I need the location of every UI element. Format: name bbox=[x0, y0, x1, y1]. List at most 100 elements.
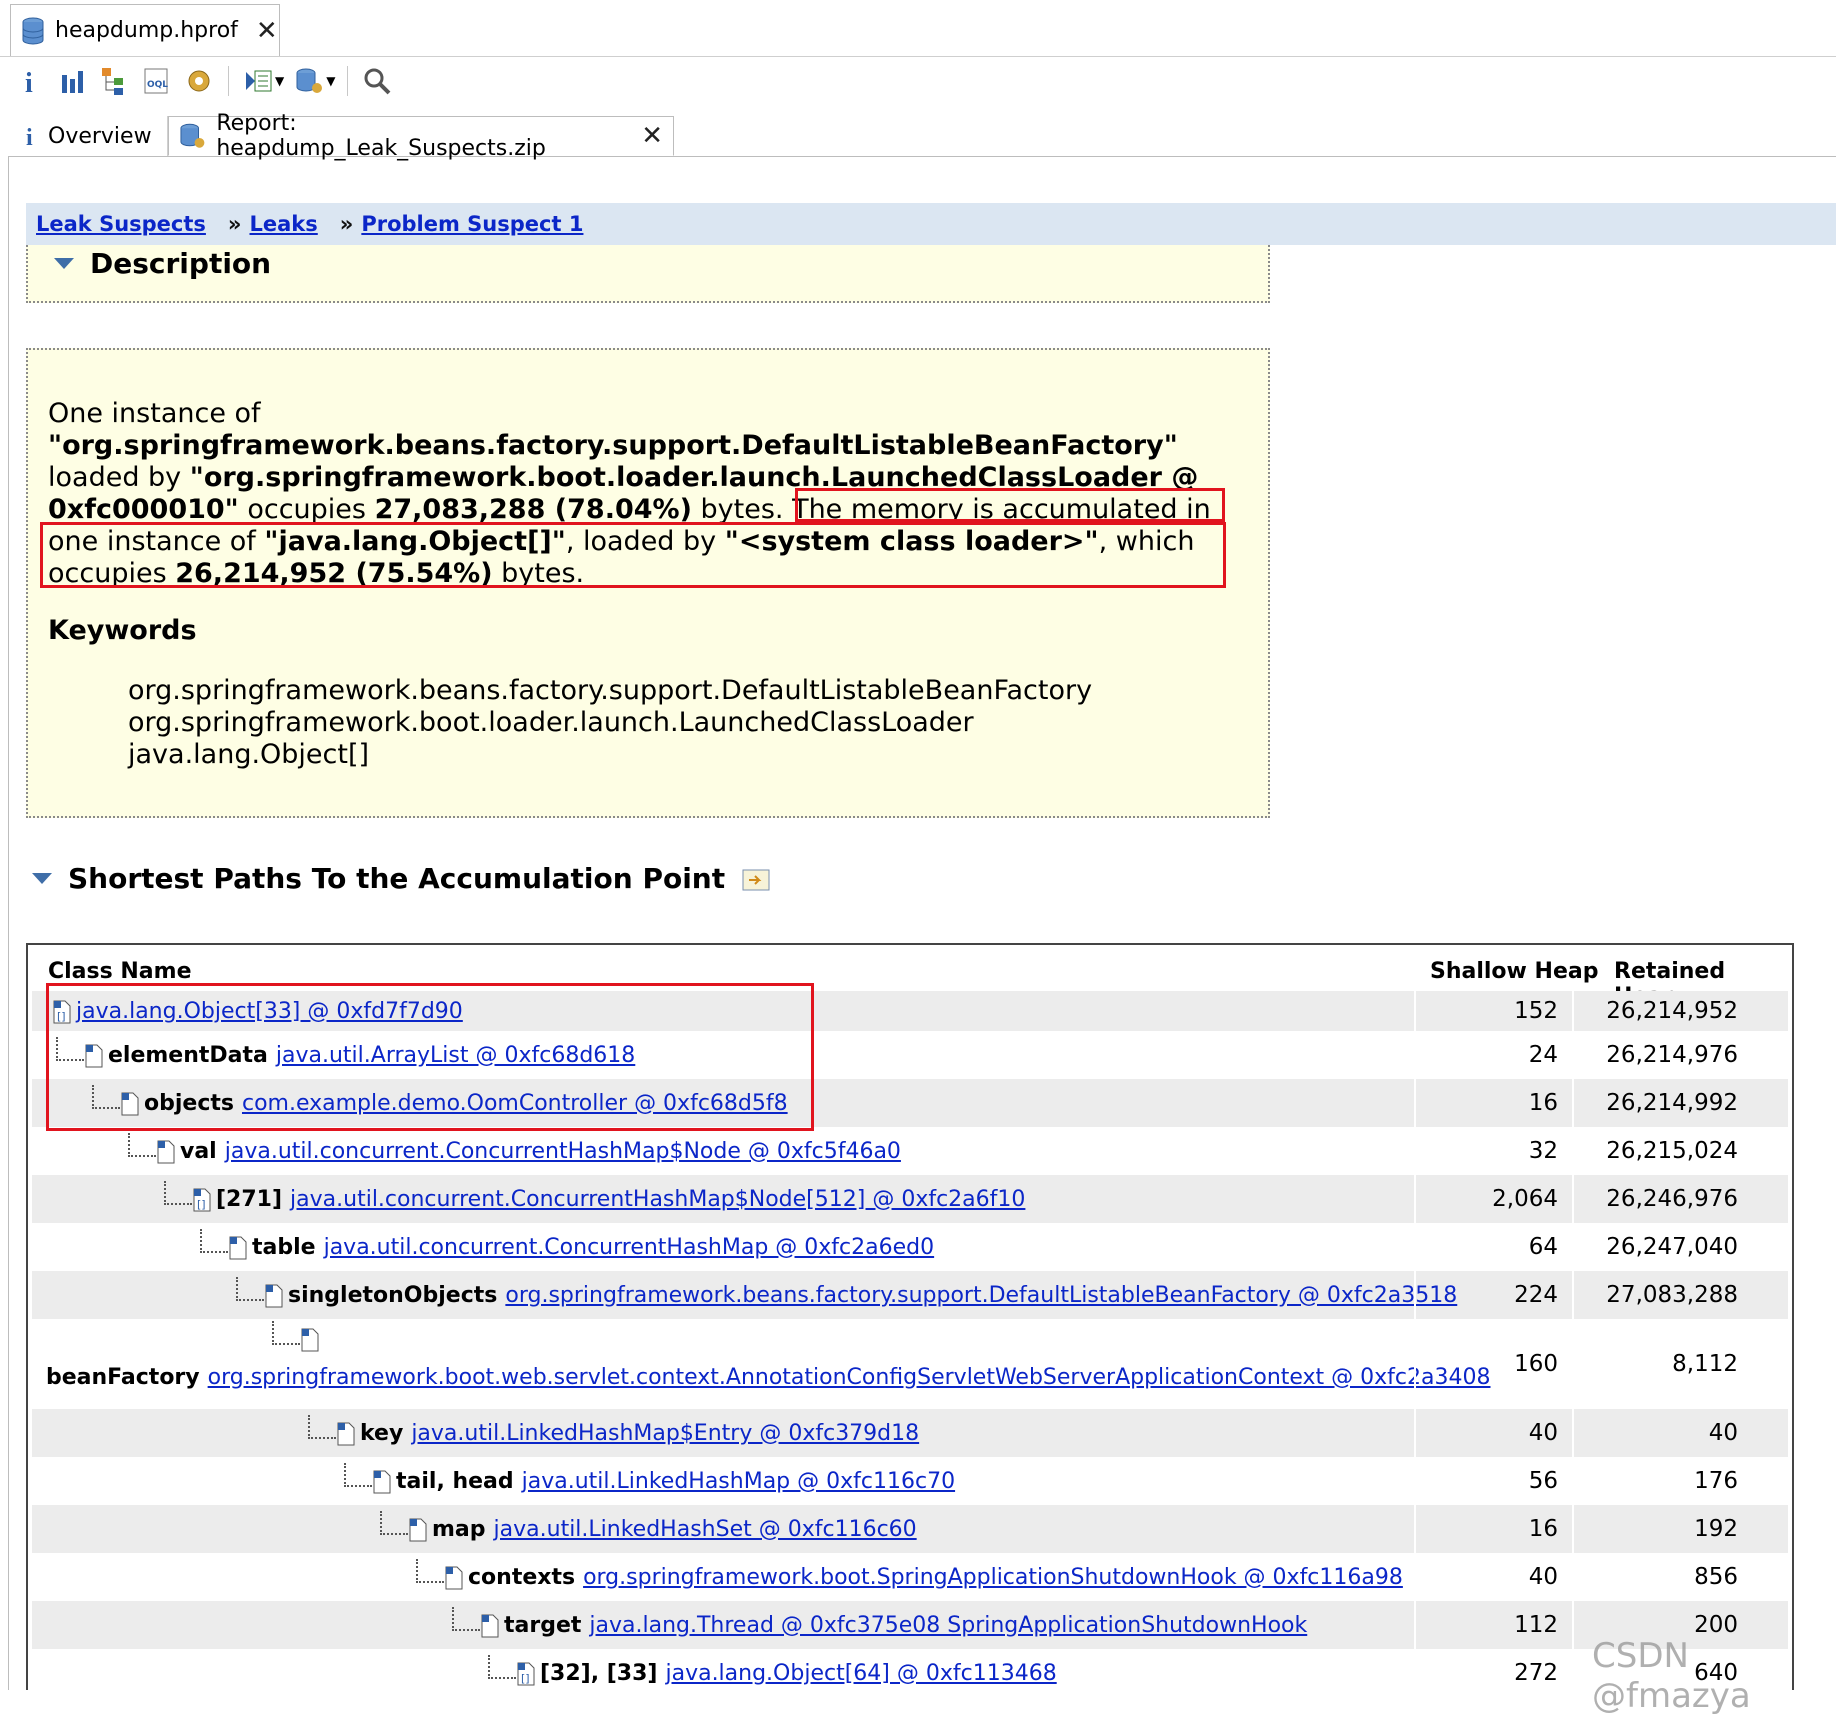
collapse-triangle-icon[interactable] bbox=[32, 873, 52, 884]
info-icon: i bbox=[26, 125, 33, 149]
shallow-heap-cell: 16 bbox=[1528, 1090, 1558, 1116]
shallow-heap-cell: 160 bbox=[1514, 1351, 1558, 1377]
tree-node[interactable]: map java.util.LinkedHashSet @ 0xfc116c60 bbox=[380, 1505, 917, 1553]
info-icon[interactable]: i bbox=[14, 64, 48, 98]
tree-connector bbox=[488, 1655, 516, 1679]
tree-connector bbox=[380, 1511, 408, 1535]
toolbar-separator bbox=[347, 66, 349, 96]
object-link[interactable]: org.springframework.boot.SpringApplicati… bbox=[583, 1565, 1403, 1590]
tree-node[interactable]: val java.util.concurrent.ConcurrentHashMa… bbox=[128, 1127, 901, 1175]
tree-connector bbox=[128, 1133, 156, 1157]
chevron-down-icon[interactable]: ▼ bbox=[326, 74, 335, 88]
column-header-shallow-heap[interactable]: Shallow Heap bbox=[1430, 959, 1598, 984]
svg-text:i: i bbox=[26, 125, 33, 149]
object-link[interactable]: java.lang.Object[64] @ 0xfc113468 bbox=[665, 1661, 1056, 1686]
column-divider bbox=[1414, 1175, 1416, 1223]
table-row[interactable]: tail, head java.util.LinkedHashMap @ 0xfc… bbox=[32, 1457, 1788, 1505]
breadcrumb-leaks[interactable]: Leaks bbox=[250, 212, 318, 236]
svg-text:[]: [] bbox=[197, 1198, 206, 1211]
description-heading[interactable]: Description bbox=[54, 247, 271, 280]
tree-node[interactable]: beanFactory org.springframework.boot.web.… bbox=[46, 1319, 1491, 1409]
table-row[interactable]: [] [32], [33] java.lang.Object[64] @ 0xfc1… bbox=[32, 1649, 1788, 1690]
keywords-list: org.springframework.beans.factory.suppor… bbox=[128, 675, 1092, 771]
table-row[interactable]: contexts org.springframework.boot.SpringA… bbox=[32, 1553, 1788, 1601]
query-browser-icon[interactable] bbox=[292, 64, 326, 98]
field-name: key bbox=[360, 1420, 404, 1446]
object-link[interactable]: org.springframework.beans.factory.suppor… bbox=[505, 1283, 1457, 1308]
object-link[interactable]: java.util.concurrent.ConcurrentHashMap @… bbox=[324, 1235, 935, 1260]
shallow-heap-cell: 32 bbox=[1528, 1138, 1558, 1164]
object-link[interactable]: java.util.concurrent.ConcurrentHashMap$N… bbox=[225, 1139, 901, 1164]
object-link[interactable]: java.util.concurrent.ConcurrentHashMap$N… bbox=[290, 1187, 1025, 1212]
tree-node[interactable]: table java.util.concurrent.ConcurrentHash… bbox=[200, 1223, 934, 1271]
column-divider bbox=[1414, 1079, 1416, 1127]
column-divider bbox=[1572, 1505, 1574, 1553]
breadcrumb-leak-suspects[interactable]: Leak Suspects bbox=[36, 212, 206, 236]
editor-tab-heapdump[interactable]: heapdump.hprof ✕ bbox=[10, 4, 280, 56]
column-divider bbox=[1414, 1223, 1416, 1271]
tree-node[interactable]: tail, head java.util.LinkedHashMap @ 0xfc… bbox=[344, 1457, 955, 1505]
tree-node[interactable]: contexts org.springframework.boot.SpringA… bbox=[416, 1553, 1403, 1601]
tab-report-label: Report: heapdump_Leak_Suspects.zip bbox=[216, 111, 546, 161]
database-icon bbox=[22, 17, 44, 44]
object-link[interactable]: java.lang.Thread @ 0xfc375e08 SpringAppl… bbox=[589, 1613, 1307, 1638]
column-divider bbox=[1572, 1553, 1574, 1601]
open-in-editor-icon[interactable] bbox=[741, 866, 773, 892]
column-divider bbox=[1572, 1223, 1574, 1271]
dominator-tree-icon[interactable] bbox=[98, 64, 132, 98]
chevron-down-icon[interactable]: ▼ bbox=[275, 74, 284, 88]
class-name-cell: val java.util.concurrent.ConcurrentHashMa… bbox=[32, 1127, 1414, 1175]
table-row[interactable]: map java.util.LinkedHashSet @ 0xfc116c60 1… bbox=[32, 1505, 1788, 1553]
column-divider bbox=[1572, 1601, 1574, 1649]
table-row[interactable]: key java.util.LinkedHashMap$Entry @ 0xfc3… bbox=[32, 1409, 1788, 1457]
shortest-paths-heading[interactable]: Shortest Paths To the Accumulation Point bbox=[32, 862, 773, 895]
object-icon bbox=[264, 1283, 284, 1308]
table-row[interactable]: val java.util.concurrent.ConcurrentHashMa… bbox=[32, 1127, 1788, 1175]
tab-overview[interactable]: i Overview bbox=[14, 116, 168, 156]
close-icon[interactable]: ✕ bbox=[256, 16, 278, 46]
collapse-triangle-icon[interactable] bbox=[54, 258, 74, 269]
column-divider bbox=[1572, 1457, 1574, 1505]
table-row[interactable]: target java.lang.Thread @ 0xfc375e08 Spri… bbox=[32, 1601, 1788, 1649]
shallow-heap-cell: 24 bbox=[1528, 1042, 1558, 1068]
class-name-cell: key java.util.LinkedHashMap$Entry @ 0xfc3… bbox=[32, 1409, 1414, 1457]
object-link[interactable]: java.util.LinkedHashMap$Entry @ 0xfc379d… bbox=[411, 1421, 919, 1446]
object-icon bbox=[300, 1327, 320, 1352]
highlight-box bbox=[795, 488, 1225, 522]
tree-connector bbox=[308, 1415, 336, 1439]
column-divider bbox=[1414, 1649, 1416, 1690]
column-header-class-name[interactable]: Class Name bbox=[48, 959, 191, 984]
view-border bbox=[8, 156, 9, 1690]
object-icon bbox=[480, 1613, 500, 1638]
tree-node[interactable]: [] [32], [33] java.lang.Object[64] @ 0xfc1… bbox=[488, 1649, 1057, 1690]
breadcrumb-problem-suspect[interactable]: Problem Suspect 1 bbox=[361, 212, 583, 236]
column-divider bbox=[1572, 1079, 1574, 1127]
oql-icon[interactable]: OQL bbox=[140, 64, 174, 98]
run-report-icon[interactable] bbox=[241, 64, 275, 98]
object-link[interactable]: java.util.LinkedHashMap @ 0xfc116c70 bbox=[522, 1469, 955, 1494]
close-icon[interactable]: ✕ bbox=[641, 121, 663, 151]
object-link[interactable]: org.springframework.boot.web.servlet.con… bbox=[208, 1365, 1491, 1390]
retained-heap-cell: 26,247,040 bbox=[1606, 1234, 1738, 1260]
tree-node[interactable]: target java.lang.Thread @ 0xfc375e08 Spri… bbox=[452, 1601, 1307, 1649]
table-row[interactable]: table java.util.concurrent.ConcurrentHash… bbox=[32, 1223, 1788, 1271]
table-row[interactable]: singletonObjects org.springframework.bean… bbox=[32, 1271, 1788, 1319]
breadcrumb: Leak Suspects » Leaks » Problem Suspect … bbox=[26, 203, 1836, 245]
tree-node[interactable]: key java.util.LinkedHashMap$Entry @ 0xfc3… bbox=[308, 1409, 919, 1457]
class-name-cell: map java.util.LinkedHashSet @ 0xfc116c60 bbox=[32, 1505, 1414, 1553]
histogram-icon[interactable] bbox=[56, 64, 90, 98]
column-divider bbox=[1414, 1409, 1416, 1457]
table-row[interactable]: [] [271] java.util.concurrent.ConcurrentHa… bbox=[32, 1175, 1788, 1223]
thread-overview-icon[interactable] bbox=[182, 64, 216, 98]
tree-node[interactable]: [] [271] java.util.concurrent.ConcurrentHa… bbox=[164, 1175, 1025, 1223]
object-link[interactable]: java.util.LinkedHashSet @ 0xfc116c60 bbox=[494, 1517, 917, 1542]
field-name: target bbox=[504, 1612, 582, 1638]
class-name-cell: tail, head java.util.LinkedHashMap @ 0xfc… bbox=[32, 1457, 1414, 1505]
search-icon[interactable] bbox=[360, 64, 394, 98]
tree-node[interactable]: singletonObjects org.springframework.bean… bbox=[236, 1271, 1457, 1319]
table-row[interactable]: beanFactory org.springframework.boot.web.… bbox=[32, 1319, 1788, 1409]
shallow-heap-cell: 112 bbox=[1514, 1612, 1558, 1638]
column-divider bbox=[1414, 1271, 1416, 1319]
tab-report[interactable]: Report: heapdump_Leak_Suspects.zip ✕ bbox=[168, 111, 674, 161]
tree-connector bbox=[272, 1321, 300, 1345]
